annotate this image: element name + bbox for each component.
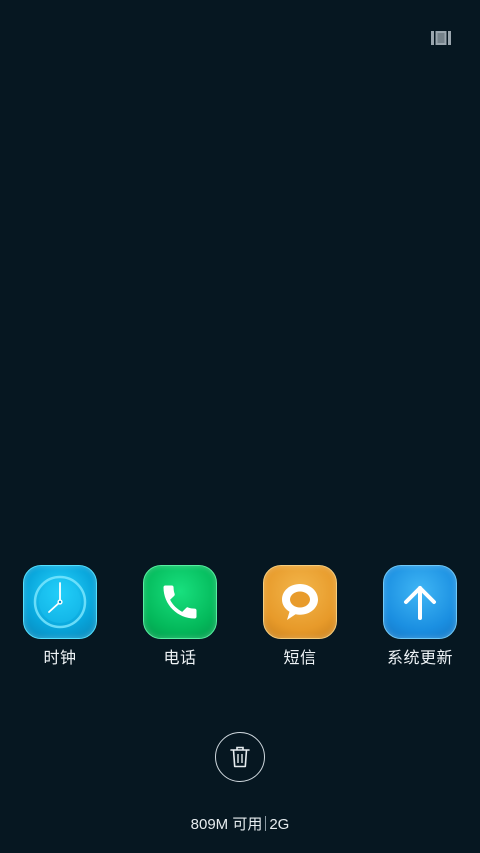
phone-icon — [163, 585, 197, 619]
recent-apps-row: 时钟 电话 短信 系统更新 — [0, 565, 480, 675]
phone-app-icon[interactable] — [143, 565, 217, 639]
recent-app-clock[interactable]: 时钟 — [0, 565, 120, 675]
app-label-messages: 短信 — [283, 650, 317, 667]
message-icon — [282, 584, 318, 620]
clock-icon — [33, 575, 87, 629]
clear-all-button[interactable] — [215, 732, 265, 782]
recent-apps-screen: 时钟 电话 短信 系统更新 809M 可用 2G — [0, 0, 480, 853]
recent-app-phone[interactable]: 电话 — [120, 565, 240, 675]
app-label-phone: 电话 — [163, 650, 197, 667]
system-update-app-icon[interactable] — [383, 565, 457, 639]
clock-app-icon[interactable] — [23, 565, 97, 639]
memory-info: 809M 可用 2G — [0, 816, 480, 834]
trash-icon — [230, 746, 250, 768]
card-view-icon — [431, 31, 451, 45]
recent-app-messages[interactable]: 短信 — [240, 565, 360, 675]
memory-available: 809M 可用 — [190, 816, 263, 833]
memory-total: 2G — [269, 816, 290, 833]
arrow-up-icon — [404, 586, 436, 620]
memory-separator — [265, 816, 267, 831]
recent-app-system-update[interactable]: 系统更新 — [360, 565, 480, 675]
messages-app-icon[interactable] — [263, 565, 337, 639]
card-view-toggle[interactable] — [428, 28, 454, 48]
app-label-clock: 时钟 — [43, 650, 77, 667]
app-label-system-update: 系统更新 — [386, 650, 453, 667]
